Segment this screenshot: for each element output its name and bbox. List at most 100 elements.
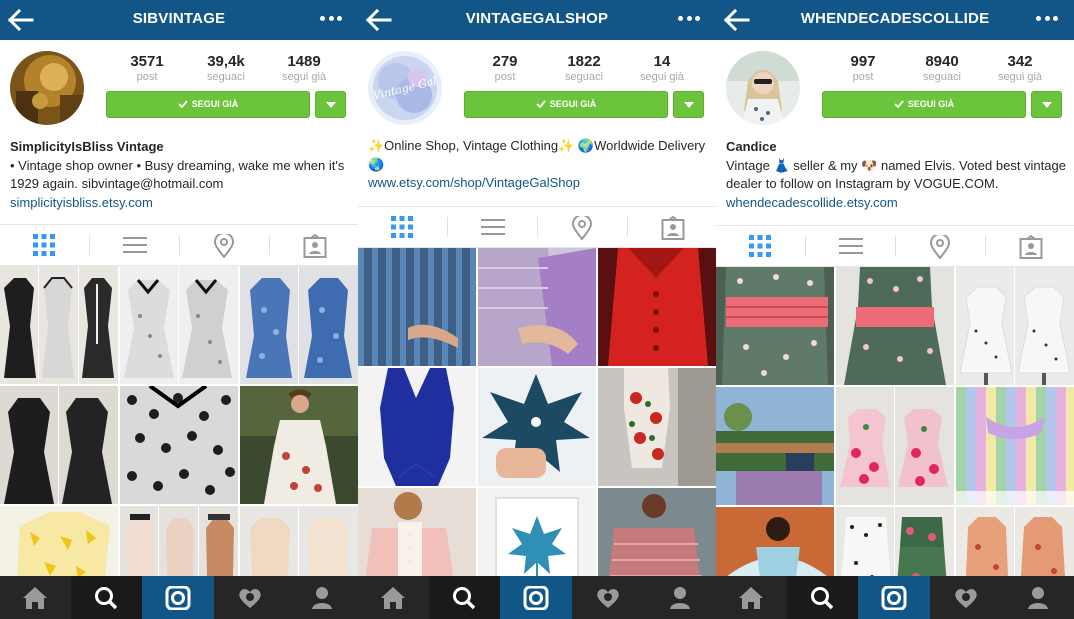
stat-followers[interactable]: 8940 seguaci — [901, 53, 983, 83]
stat-followers-value: 1822 — [567, 53, 601, 70]
grid-photo[interactable] — [240, 506, 358, 576]
grid-photo[interactable] — [716, 387, 834, 505]
grid-photo[interactable] — [358, 488, 476, 576]
tab-photo-map[interactable] — [538, 207, 627, 247]
avatar[interactable] — [726, 51, 800, 125]
grid-photo[interactable] — [836, 507, 954, 576]
grid-photo[interactable] — [240, 386, 358, 504]
photo-grid — [358, 248, 716, 576]
tab-tagged-photos[interactable] — [628, 207, 716, 247]
bio-website-link[interactable]: www.etsy.com/shop/VintageGalShop — [368, 174, 708, 193]
grid-photo[interactable] — [478, 248, 596, 366]
nav-activity[interactable] — [930, 576, 1002, 619]
stat-posts[interactable]: 3571 post — [106, 53, 188, 83]
more-options-icon[interactable] — [1036, 16, 1062, 24]
activity-heart-icon — [597, 589, 619, 608]
grid-photo[interactable] — [120, 266, 238, 384]
suggestions-dropdown-button[interactable] — [673, 91, 704, 118]
back-arrow-icon[interactable] — [366, 9, 392, 31]
grid-photo[interactable] — [598, 248, 716, 366]
bio-text: ✨Online Shop, Vintage Clothing✨ 🌍Worldwi… — [368, 138, 706, 172]
more-options-icon[interactable] — [320, 16, 346, 24]
grid-photo[interactable] — [956, 267, 1074, 385]
more-options-icon[interactable] — [678, 16, 704, 24]
tab-photo-map[interactable] — [180, 225, 269, 265]
grid-photo[interactable] — [240, 266, 358, 384]
tab-grid-view[interactable] — [358, 207, 447, 247]
nav-activity[interactable] — [572, 576, 644, 619]
tab-list-view[interactable] — [90, 225, 179, 265]
tab-grid-view[interactable] — [0, 225, 89, 265]
profile-panel-vintagegalshop: VINTAGEGALSHOP Vintage Gal 279 post 1822… — [358, 0, 716, 576]
tab-list-view[interactable] — [806, 226, 895, 266]
stat-posts[interactable]: 997 post — [822, 53, 904, 83]
profile-bio: SimplicityIsBliss Vintage • Vintage shop… — [10, 138, 350, 212]
nav-home[interactable] — [358, 576, 429, 619]
grid-photo[interactable] — [836, 267, 954, 385]
nav-home[interactable] — [716, 576, 787, 619]
bio-full-name: SimplicityIsBliss Vintage — [10, 139, 164, 154]
grid-photo[interactable] — [120, 386, 238, 504]
profile-icon — [312, 587, 332, 609]
grid-photo[interactable] — [598, 368, 716, 486]
suggestions-dropdown-button[interactable] — [1031, 91, 1062, 118]
following-button[interactable]: SEGUI GIÀ — [464, 91, 668, 118]
nav-camera[interactable] — [858, 576, 930, 619]
back-arrow-icon[interactable] — [724, 9, 750, 31]
stat-following[interactable]: 14 segui già — [621, 53, 703, 83]
grid-photo[interactable] — [120, 506, 238, 576]
grid-photo[interactable] — [956, 507, 1074, 576]
grid-photo[interactable] — [0, 266, 118, 384]
avatar[interactable]: Vintage Gal — [368, 51, 442, 125]
grid-photo[interactable] — [478, 368, 596, 486]
grid-photo[interactable] — [0, 506, 118, 576]
tagged-photos-icon — [1019, 235, 1043, 259]
grid-photo[interactable] — [598, 488, 716, 576]
nav-home[interactable] — [0, 576, 71, 619]
nav-activity[interactable] — [214, 576, 286, 619]
grid-photo[interactable] — [956, 387, 1074, 505]
tab-tagged-photos[interactable] — [986, 226, 1074, 266]
nav-search[interactable] — [71, 576, 142, 619]
grid-photo[interactable] — [478, 488, 596, 576]
grid-photo[interactable] — [716, 267, 834, 385]
nav-profile[interactable] — [286, 576, 358, 619]
grid-photo[interactable] — [358, 248, 476, 366]
following-button-label: SEGUI GIÀ — [191, 99, 239, 109]
following-button[interactable]: SEGUI GIÀ — [106, 91, 310, 118]
nav-camera[interactable] — [142, 576, 214, 619]
tab-photo-map[interactable] — [896, 226, 985, 266]
grid-photo[interactable] — [836, 387, 954, 505]
nav-camera[interactable] — [500, 576, 572, 619]
following-button[interactable]: SEGUI GIÀ — [822, 91, 1026, 118]
nav-search[interactable] — [429, 576, 500, 619]
grid-view-icon — [33, 234, 55, 256]
grid-photo[interactable] — [358, 368, 476, 486]
stat-following[interactable]: 1489 segui già — [263, 53, 345, 83]
bio-website-link[interactable]: simplicityisbliss.etsy.com — [10, 194, 350, 213]
grid-photo[interactable] — [716, 507, 834, 576]
grid-photo[interactable] — [0, 386, 118, 504]
camera-icon — [881, 586, 907, 610]
stat-followers[interactable]: 1822 seguaci — [543, 53, 625, 83]
bio-website-link[interactable]: whendecadescollide.etsy.com — [726, 194, 1066, 213]
nav-profile[interactable] — [644, 576, 716, 619]
back-arrow-icon[interactable] — [8, 9, 34, 31]
stat-following-value: 342 — [1007, 53, 1033, 70]
profile-view-tabs — [0, 224, 358, 266]
suggestions-dropdown-button[interactable] — [315, 91, 346, 118]
stat-posts-value: 997 — [850, 53, 876, 70]
top-bar: WHENDECADESCOLLIDE — [716, 0, 1074, 40]
stat-posts[interactable]: 279 post — [464, 53, 546, 83]
tab-tagged-photos[interactable] — [270, 225, 358, 265]
bottom-navigation-bar — [0, 576, 1074, 619]
checkmark-icon — [536, 100, 546, 108]
nav-profile[interactable] — [1002, 576, 1074, 619]
stat-following[interactable]: 342 segui già — [979, 53, 1061, 83]
nav-search[interactable] — [787, 576, 858, 619]
stat-posts-label: post — [136, 71, 158, 83]
stat-followers[interactable]: 39,4k seguaci — [185, 53, 267, 83]
avatar[interactable] — [10, 51, 84, 125]
tab-list-view[interactable] — [448, 207, 537, 247]
tab-grid-view[interactable] — [716, 226, 805, 266]
